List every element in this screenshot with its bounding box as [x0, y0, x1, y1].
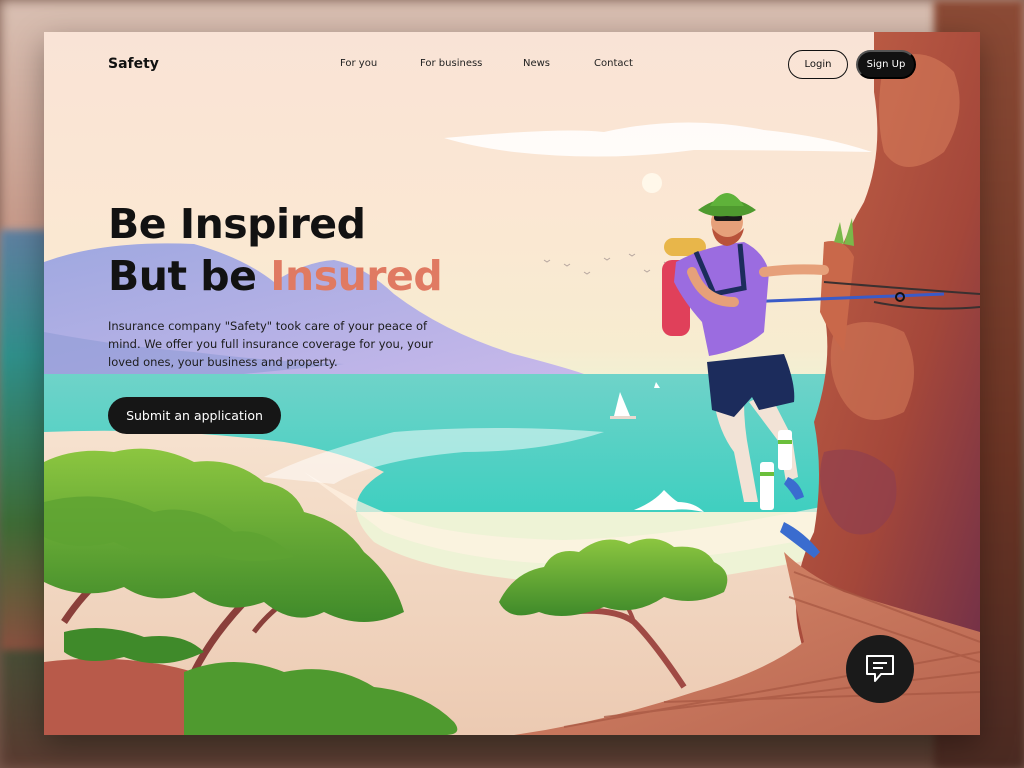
- brand-logo[interactable]: Safety: [108, 56, 159, 72]
- signup-button[interactable]: Sign Up: [856, 50, 916, 79]
- nav-link-for-you[interactable]: For you: [340, 58, 377, 69]
- hero-title-line1: Be Inspired: [108, 200, 366, 248]
- submit-application-button[interactable]: Submit an application: [108, 397, 281, 434]
- chat-bubble-icon: [866, 655, 894, 682]
- background-blur-left: [0, 230, 50, 650]
- nav-link-for-business[interactable]: For business: [420, 58, 482, 69]
- hero-title-accent: Insured: [270, 252, 443, 300]
- hero-title: Be Inspired But be Insured: [108, 198, 443, 302]
- hero-title-line2-prefix: But be: [108, 252, 271, 300]
- hero-illustration: [44, 32, 980, 735]
- nav-link-news[interactable]: News: [523, 58, 550, 69]
- login-button[interactable]: Login: [788, 50, 848, 79]
- landing-page-card: Safety For you For business News Contact…: [44, 32, 980, 735]
- nav-link-contact[interactable]: Contact: [594, 58, 633, 69]
- hero-description: Insurance company "Safety" took care of …: [108, 319, 434, 369]
- chat-button[interactable]: [846, 635, 914, 703]
- top-navigation: Safety For you For business News Contact…: [44, 32, 980, 96]
